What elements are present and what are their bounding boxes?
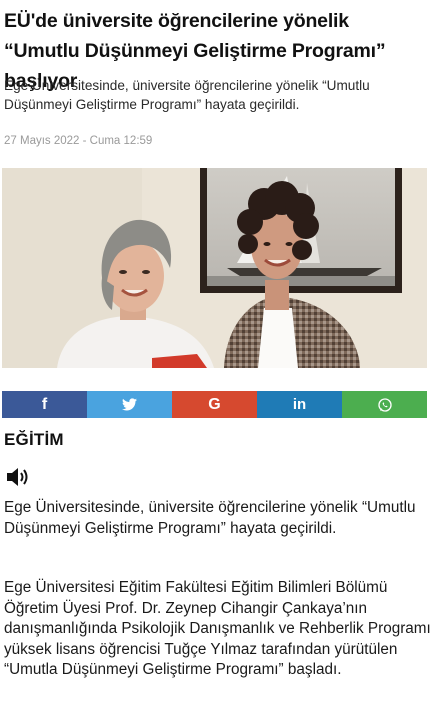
article-lead: Ege Üniversitesinde, üniversite öğrencil… [4,499,416,537]
google-icon: G [208,395,221,413]
article-photo [2,168,427,368]
article-body: Ege Üniversitesi Eğitim Fakültesi Eğitim… [4,579,431,678]
facebook-icon: f [41,395,48,413]
share-twitter-button[interactable] [87,391,172,418]
article-summary: Ege Üniversitesinde, üniversite öğrencil… [4,78,370,112]
listen-speaker-icon[interactable] [5,466,33,488]
share-whatsapp-button[interactable] [342,391,427,418]
share-facebook-button[interactable]: f [2,391,87,418]
share-bar: f G in [2,391,427,418]
article-date: 27 Mayıs 2022 - Cuma 12:59 [4,135,153,147]
linkedin-icon: in [292,396,307,413]
share-google-button[interactable]: G [172,391,257,418]
twitter-icon [122,398,137,411]
article-category: EĞİTİM [4,430,64,449]
news-article: EÜ'de üniversite öğrencilerine yönelik “… [0,0,437,705]
share-linkedin-button[interactable]: in [257,391,342,418]
whatsapp-icon [377,397,393,413]
